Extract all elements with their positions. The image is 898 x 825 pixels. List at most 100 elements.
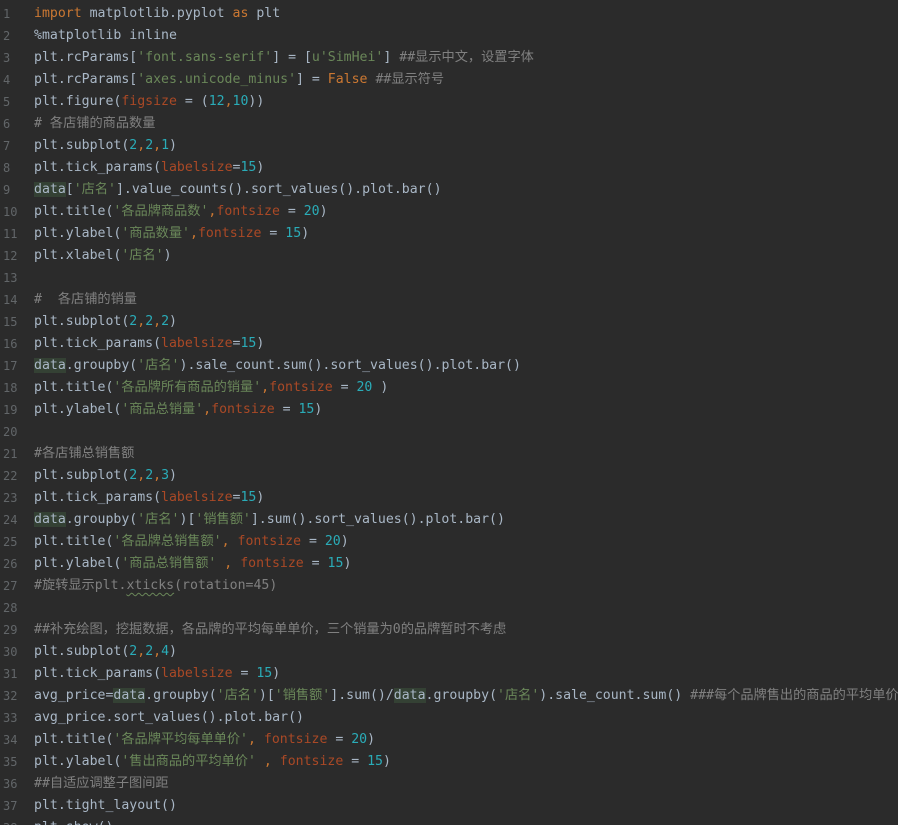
code-line[interactable]: plt.xlabel('店名') <box>34 245 898 267</box>
code-line[interactable] <box>34 267 898 289</box>
code-token: , <box>137 138 146 153</box>
code-line[interactable]: plt.subplot(2,2,1) <box>34 135 898 157</box>
code-line[interactable]: plt.show() <box>34 817 898 825</box>
line-number: 14 <box>3 293 18 307</box>
code-line[interactable] <box>34 421 898 443</box>
code-token: ).sale_count.sum() <box>539 688 691 703</box>
line-number: 5 <box>3 95 11 109</box>
code-line[interactable] <box>34 597 898 619</box>
code-editor[interactable]: 1 2 3 4 5 6 7 8 9 10 11 12 13 14 15 16 17 18 19 20 21 22 23 24 2… <box>0 0 898 825</box>
code-token: plt.rcParams[ <box>34 50 138 65</box>
code-token: ) <box>340 534 349 549</box>
code-line[interactable]: ##自适应调整子图间距 <box>34 773 898 795</box>
line-number: 11 <box>3 227 18 241</box>
code-line[interactable]: plt.title('各品牌商品数',fontsize = 20) <box>34 201 898 223</box>
code-token: plt.rcParams[ <box>34 72 138 87</box>
code-token: '店名' <box>137 512 180 527</box>
code-token: , <box>189 226 198 241</box>
code-line[interactable]: data['店名'].value_counts().sort_values().… <box>34 179 898 201</box>
code-token: # 各店铺的商品数量 <box>34 116 156 131</box>
code-token: = <box>343 754 368 769</box>
line-number: 10 <box>3 205 18 219</box>
code-line[interactable]: %matplotlib inline <box>34 25 898 47</box>
code-line[interactable]: plt.subplot(2,2,3) <box>34 465 898 487</box>
line-number: 2 <box>3 29 11 43</box>
code-token: ##显示符号 <box>375 72 445 87</box>
code-token: ].sum()/ <box>330 688 394 703</box>
code-token: ) <box>272 666 281 681</box>
code-line[interactable]: plt.ylabel('售出商品的平均单价' , fontsize = 15) <box>34 751 898 773</box>
line-number: 22 <box>3 469 18 483</box>
code-line[interactable]: plt.tight_layout() <box>34 795 898 817</box>
code-line[interactable]: #各店铺总销售额 <box>34 443 898 465</box>
code-token: 15 <box>240 160 257 175</box>
code-token: plt.title( <box>34 204 114 219</box>
line-number: 21 <box>3 447 18 461</box>
code-token: 20 <box>324 534 341 549</box>
code-line[interactable]: plt.tick_params(labelsize = 15) <box>34 663 898 685</box>
code-line[interactable]: plt.rcParams['font.sans-serif'] = [u'Sim… <box>34 47 898 69</box>
code-token: figsize <box>121 94 177 109</box>
code-token: = <box>303 556 328 571</box>
code-line[interactable]: import matplotlib.pyplot as plt <box>34 3 898 25</box>
code-token: , <box>137 314 146 329</box>
line-number: 6 <box>3 117 11 131</box>
line-number: 30 <box>3 645 18 659</box>
code-token: fontsize <box>211 402 275 417</box>
line-number: 4 <box>3 73 11 87</box>
code-token: data <box>393 688 426 703</box>
code-line[interactable]: ##补充绘图，挖掘数据，各品牌的平均每单单价，三个销量为0的品牌暂时不考虑 <box>34 619 898 641</box>
code-line[interactable]: plt.subplot(2,2,4) <box>34 641 898 663</box>
code-line[interactable]: plt.title('各品牌平均每单单价', fontsize = 20) <box>34 729 898 751</box>
line-number: 7 <box>3 139 11 153</box>
code-line[interactable]: avg_price=data.groupby('店名')['销售额'].sum(… <box>34 685 898 707</box>
code-line[interactable]: #旋转显示plt.xticks(rotation=45) <box>34 575 898 597</box>
code-token: .groupby( <box>65 512 138 527</box>
code-line[interactable]: data.groupby('店名')['销售额'].sum().sort_val… <box>34 509 898 531</box>
line-number: 17 <box>3 359 18 373</box>
code-token: %matplotlib inline <box>34 28 177 43</box>
code-line[interactable]: plt.ylabel('商品总销售额' , fontsize = 15) <box>34 553 898 575</box>
code-token: 3 <box>161 468 170 483</box>
code-token: fontsize <box>263 732 328 747</box>
code-token: u'SimHei' <box>311 50 384 65</box>
code-token: data <box>34 358 66 373</box>
code-token: 15 <box>367 754 383 769</box>
code-token: = <box>261 226 286 241</box>
code-line[interactable]: plt.tick_params(labelsize=15) <box>34 487 898 509</box>
code-line[interactable]: plt.title('各品牌总销售额', fontsize = 20) <box>34 531 898 553</box>
code-line[interactable]: plt.title('各品牌所有商品的销量',fontsize = 20 ) <box>34 377 898 399</box>
code-token: ) <box>169 644 177 659</box>
line-number: 33 <box>3 711 18 725</box>
code-line[interactable]: avg_price.sort_values().plot.bar() <box>34 707 898 729</box>
code-token: 15 <box>256 666 273 681</box>
code-line[interactable]: plt.subplot(2,2,2) <box>34 311 898 333</box>
code-line[interactable]: plt.ylabel('商品数量',fontsize = 15) <box>34 223 898 245</box>
code-token: 12 <box>208 94 225 109</box>
code-token: ) <box>169 138 177 153</box>
code-token: fontsize <box>197 226 262 241</box>
code-line[interactable]: # 各店铺的商品数量 <box>34 113 898 135</box>
code-token: 2 <box>145 138 154 153</box>
code-line[interactable]: plt.tick_params(labelsize=15) <box>34 157 898 179</box>
code-line[interactable]: plt.tick_params(labelsize=15) <box>34 333 898 355</box>
code-line[interactable]: data.groupby('店名').sale_count.sum().sort… <box>34 355 898 377</box>
code-token: '售出商品的平均单价' <box>121 754 256 769</box>
code-line[interactable]: # 各店铺的销量 <box>34 289 898 311</box>
code-token: , <box>221 534 238 549</box>
code-line[interactable]: plt.figure(figsize = (12,10)) <box>34 91 898 113</box>
line-number: 28 <box>3 601 18 615</box>
code-token: fontsize <box>240 556 304 571</box>
code-token: False <box>327 72 368 87</box>
line-number: 20 <box>3 425 18 439</box>
code-area[interactable]: import matplotlib.pyplot as plt %matplotl… <box>34 3 898 825</box>
code-line[interactable]: plt.ylabel('商品总销量',fontsize = 15) <box>34 399 898 421</box>
code-token: ) <box>372 380 389 395</box>
code-token: plt.tight_layout() <box>34 798 177 813</box>
code-token: = <box>232 666 257 681</box>
code-line[interactable]: plt.rcParams['axes.unicode_minus'] = Fal… <box>34 69 898 91</box>
code-token: , <box>153 138 162 153</box>
code-token: matplotlib.pyplot <box>81 6 233 21</box>
code-token: )[ <box>179 512 196 527</box>
code-token: avg_price.sort_values().plot.bar() <box>34 710 304 725</box>
